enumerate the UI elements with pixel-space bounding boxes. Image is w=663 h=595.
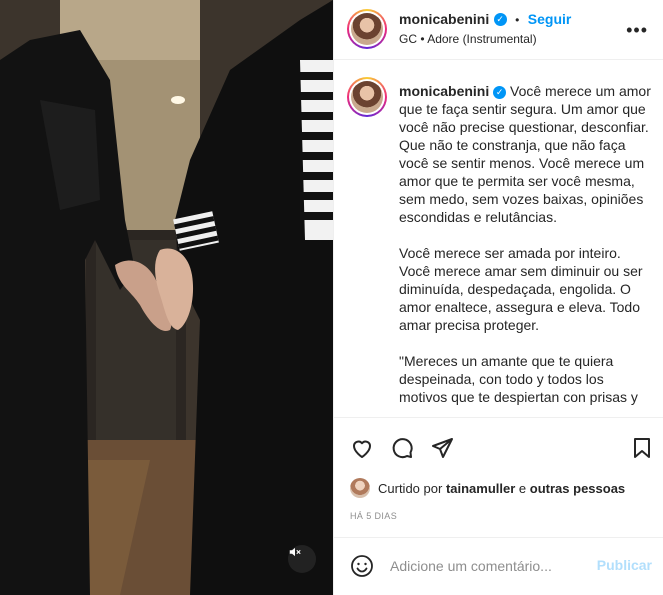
caption-username[interactable]: monicabenini	[399, 83, 489, 99]
post-details-panel: monicabenini ✓ • Seguir GC • Adore (Inst…	[333, 0, 663, 595]
post-timestamp[interactable]: HÁ 5 DIAS	[350, 511, 397, 521]
liked-by-prefix: Curtido por	[378, 480, 443, 496]
liked-by-and: e	[518, 480, 527, 496]
post-actions: Curtido por tainamuller e outras pessoas…	[334, 417, 663, 537]
comment-icon[interactable]	[390, 436, 414, 460]
more-options-button[interactable]: •••	[626, 20, 648, 41]
caption-author-avatar[interactable]	[347, 77, 387, 117]
separator-dot: •	[515, 13, 520, 27]
follow-button[interactable]: Seguir	[528, 11, 572, 27]
post-media-video[interactable]	[0, 0, 333, 595]
caption-text: monicabenini ✓ Você merece um amor que t…	[399, 82, 651, 406]
post-header: monicabenini ✓ • Seguir GC • Adore (Inst…	[334, 0, 663, 60]
comment-input[interactable]	[390, 554, 590, 578]
speaker-muted-icon	[289, 547, 301, 557]
caption-area: monicabenini ✓ Você merece um amor que t…	[334, 61, 663, 417]
bookmark-icon[interactable]	[630, 436, 654, 460]
emoji-icon[interactable]	[350, 554, 374, 578]
mute-button[interactable]	[288, 545, 316, 573]
verified-badge-icon: ✓	[493, 13, 507, 27]
author-username[interactable]: monicabenini	[399, 11, 489, 27]
author-line: monicabenini ✓ • Seguir	[399, 11, 571, 29]
comment-bar: Publicar	[334, 537, 663, 595]
publish-button[interactable]: Publicar	[597, 557, 652, 573]
verified-badge-icon: ✓	[493, 85, 507, 99]
liker-avatar[interactable]	[350, 478, 370, 498]
video-frame	[0, 0, 333, 595]
heart-icon[interactable]	[350, 436, 374, 460]
author-avatar[interactable]	[347, 9, 387, 49]
liker-username[interactable]: tainamuller	[446, 481, 515, 496]
liked-by-others-link[interactable]: outras pessoas	[530, 481, 625, 496]
liked-by: Curtido por tainamuller e outras pessoas	[350, 478, 625, 498]
caption-body: Você merece um amor que te faça sentir s…	[399, 83, 651, 405]
audio-track-link[interactable]: GC • Adore (Instrumental)	[399, 32, 537, 46]
paper-plane-icon[interactable]	[430, 436, 454, 460]
